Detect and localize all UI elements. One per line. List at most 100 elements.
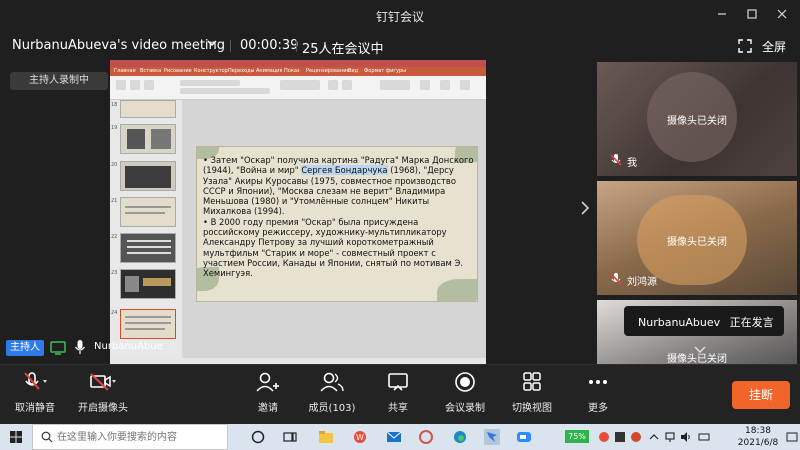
divider <box>230 40 231 52</box>
ribbon-paragraph <box>280 80 320 90</box>
ppt-tab: Вставка <box>140 68 162 74</box>
notification-icon[interactable] <box>786 431 798 443</box>
members-button[interactable]: 成员(103) <box>306 371 358 419</box>
battery-indicator[interactable]: 75% <box>565 430 589 443</box>
edge-icon[interactable] <box>452 429 468 445</box>
share-label: 共享 <box>388 403 408 414</box>
meeting-title[interactable]: NurbanuAbueva's video meeting <box>12 38 225 53</box>
chevron-down-icon[interactable] <box>206 37 218 52</box>
tray-app-icon[interactable] <box>598 431 610 443</box>
slide-thumb <box>120 100 176 118</box>
chevron-up-icon[interactable] <box>648 431 660 443</box>
task-view-icon[interactable] <box>282 429 298 445</box>
record-icon <box>455 372 475 392</box>
record-button[interactable]: 会议录制 <box>440 371 490 419</box>
add-user-icon <box>256 372 279 392</box>
ppt-tab: Формат фигуры <box>364 68 407 74</box>
thumb-number: 23 <box>111 270 118 276</box>
unmute-button[interactable]: 取消静音 <box>10 371 60 419</box>
leaf-decoration <box>437 279 477 301</box>
taskbar-search[interactable] <box>32 424 228 450</box>
clock-date: 2021/6/8 <box>737 438 779 448</box>
slide-thumb <box>120 124 176 154</box>
ppt-tab: Анимация <box>256 68 283 74</box>
recording-badge: 主持人录制中 <box>10 72 108 90</box>
fullscreen-icon[interactable] <box>738 39 752 53</box>
slide-thumb <box>120 233 176 263</box>
share-button[interactable]: 共享 <box>378 371 418 419</box>
ppt-tab: Показ <box>284 68 300 74</box>
camera-button[interactable]: 开启摄像头 <box>78 371 128 419</box>
network-icon[interactable] <box>664 431 676 443</box>
switch-view-label: 切换视图 <box>512 403 552 414</box>
participant-name: 刘鸿源 <box>627 277 657 288</box>
more-button[interactable]: 更多 <box>580 371 616 419</box>
end-call-button[interactable]: 挂断 <box>732 381 790 409</box>
ppt-titlebar <box>110 60 486 67</box>
svg-text:W: W <box>356 433 364 442</box>
ppt-tab: Рисование <box>164 68 192 74</box>
thumb-number: 18 <box>111 102 118 108</box>
minimize-icon[interactable] <box>712 6 732 24</box>
windows-start-icon[interactable] <box>10 431 22 443</box>
ribbon-icon <box>420 80 430 90</box>
search-icon <box>41 431 53 443</box>
meeting-toolbar: 取消静音 开启摄像头 邀请 成员(103) 共享 会议录制 切换视图 更多 挂断 <box>0 364 800 424</box>
mic-off-icon <box>24 372 47 390</box>
tray-app-icon[interactable] <box>614 431 626 443</box>
keyboard-icon[interactable] <box>698 431 710 443</box>
unmute-label: 取消静音 <box>15 403 55 414</box>
file-explorer-icon[interactable] <box>318 429 334 445</box>
photos-icon[interactable] <box>418 429 434 445</box>
maximize-icon[interactable] <box>742 6 762 24</box>
slide-text-box[interactable]: • Затем "Оскар" получила картина "Радуга… <box>203 155 475 279</box>
slide-thumb <box>120 197 176 227</box>
video-tile-participant[interactable]: 摄像头已关闭 刘鸿源 <box>597 181 797 295</box>
share-screen-icon <box>388 373 408 391</box>
host-badge: 主持人 <box>6 340 44 356</box>
ppt-tab: Переходы <box>228 68 255 74</box>
ribbon-icon <box>440 80 450 90</box>
more-label: 更多 <box>588 403 608 414</box>
volume-icon[interactable] <box>680 431 692 443</box>
ribbon-icon <box>144 80 154 90</box>
mic-off-icon <box>610 154 622 166</box>
grid-view-icon <box>523 372 541 391</box>
system-clock[interactable]: 18:38 2021/6/8 <box>728 425 788 449</box>
dingtalk-icon[interactable] <box>484 429 500 445</box>
participant-name: 我 <box>627 158 637 169</box>
meeting-window: 钉钉会议 NurbanuAbueva's video meeting 00:00… <box>0 0 800 450</box>
slide-thumbnails: 18 19 20 21 22 23 24 <box>110 100 182 358</box>
switch-view-button[interactable]: 切换视图 <box>506 371 558 419</box>
invite-button[interactable]: 邀请 <box>248 371 288 419</box>
thumb-number: 20 <box>111 162 118 168</box>
ribbon-shapes <box>380 80 410 90</box>
record-label: 会议录制 <box>445 403 485 414</box>
ribbon-icon <box>342 80 352 90</box>
video-tile-self[interactable]: 摄像头已关闭 我 <box>597 62 797 176</box>
close-icon[interactable] <box>772 6 792 24</box>
selected-text: Сергея Бондарчука <box>301 165 388 176</box>
app-title: 钉钉会议 <box>375 10 424 24</box>
tray-app-icon[interactable] <box>630 431 642 443</box>
ppt-tab: Вид <box>348 68 359 74</box>
cortana-icon[interactable] <box>250 429 266 445</box>
chevron-right-icon[interactable] <box>580 200 590 219</box>
thumb-number: 22 <box>111 234 118 240</box>
slide-bullet-2: • В 2000 году премия "Оскар" была присуж… <box>203 216 463 279</box>
mail-icon[interactable] <box>386 429 402 445</box>
zoom-icon[interactable] <box>516 429 532 445</box>
chevron-down-icon[interactable] <box>694 344 706 358</box>
meeting-timer: 00:00:39 <box>240 38 299 53</box>
thumb-number: 21 <box>111 198 118 204</box>
shared-screen: Главная Вставка Рисование Конструктор Пе… <box>110 60 486 364</box>
search-input[interactable] <box>57 429 225 445</box>
fullscreen-button[interactable]: 全屏 <box>762 38 786 55</box>
meeting-info-bar: NurbanuAbueva's video meeting 00:00:39 2… <box>0 30 800 62</box>
camera-label: 开启摄像头 <box>78 403 128 414</box>
members-icon <box>320 372 344 392</box>
slide-thumb <box>120 269 176 299</box>
slide-thumb <box>120 161 176 191</box>
ribbon-icon <box>460 80 470 90</box>
wps-icon[interactable]: W <box>352 429 368 445</box>
